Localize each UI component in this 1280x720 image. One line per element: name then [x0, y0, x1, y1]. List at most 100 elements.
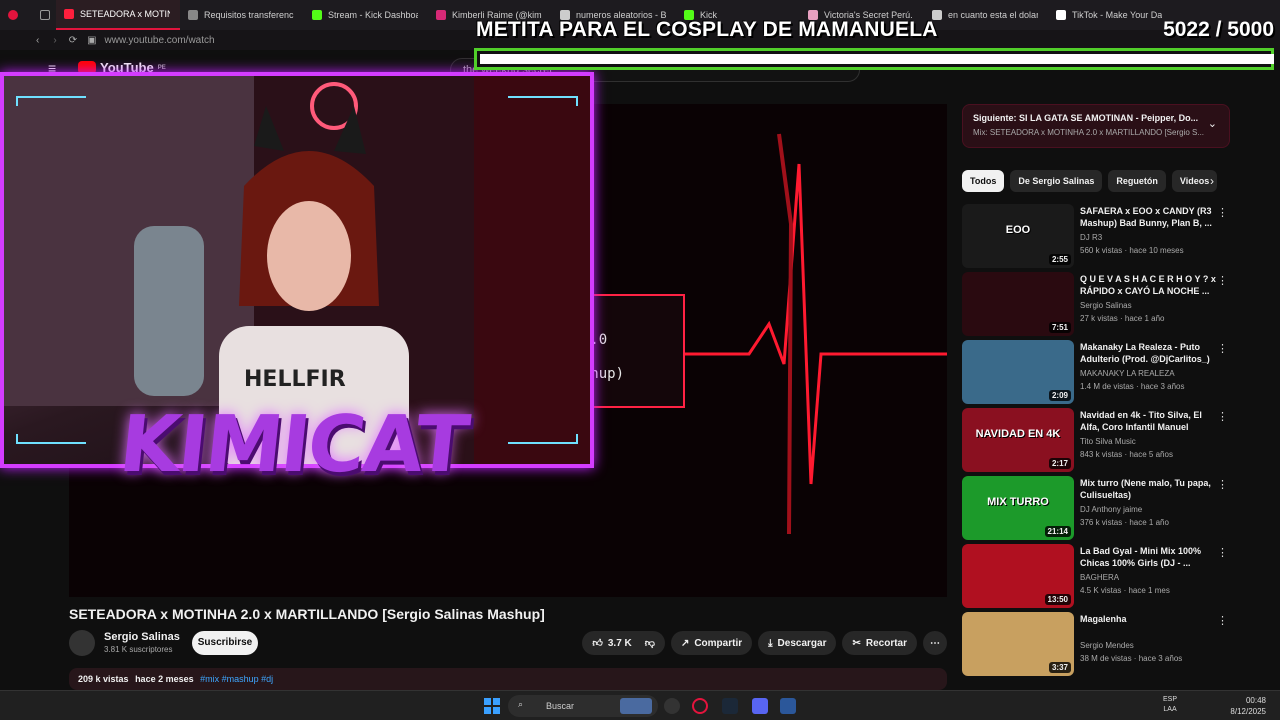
more-options-icon[interactable]: ⋮ [1217, 546, 1228, 559]
video-thumbnail[interactable]: 7:51 [962, 272, 1074, 336]
video-thumbnail[interactable]: 13:50 [962, 544, 1074, 608]
tab-favicon-icon [312, 10, 322, 20]
up-next-title: Siguiente: SI LA GATA SE AMOTINAN - Peip… [973, 113, 1199, 123]
filter-chip[interactable]: Todos [962, 170, 1005, 192]
obs-icon[interactable] [664, 698, 680, 714]
clock-date: 8/12/2025 [1230, 707, 1266, 716]
channel-name[interactable]: Sergio Salinas [104, 631, 180, 643]
filter-chip[interactable]: De Sergio Salinas [1010, 170, 1103, 192]
more-options-icon[interactable]: ⋮ [1217, 410, 1228, 423]
tab-label: Requisitos transferencia [204, 10, 294, 20]
goal-progress-bar [474, 48, 1274, 70]
recommended-video[interactable]: EOO 2:55 SAFAERA x EOO x CANDY (R3 Mashup)… [962, 204, 1232, 268]
opera-icon[interactable] [692, 698, 708, 714]
video-duration: 13:50 [1044, 594, 1071, 605]
recommended-video[interactable]: MIX TURRO 21:14 Mix turro (Nene malo, Tu p… [962, 476, 1232, 540]
channel-row: Sergio Salinas 3.81 K suscriptores Suscr… [69, 630, 947, 660]
video-thumbnail[interactable]: EOO 2:55 [962, 204, 1074, 268]
back-icon[interactable]: ‹ [36, 35, 39, 46]
recommended-title[interactable]: SAFAERA x EOO x CANDY (R3 Mashup) Bad Bu… [1080, 205, 1218, 229]
recommended-channel[interactable]: DJ R3 [1080, 233, 1102, 242]
more-actions-button[interactable]: ⋯ [923, 631, 947, 655]
chevron-right-icon[interactable]: › [1210, 174, 1214, 188]
like-button[interactable]: 👍︎ 3.7 K 👎︎ [582, 631, 665, 655]
recommended-meta: 1.4 M de vistas · hace 3 años [1080, 382, 1185, 391]
download-label: Descargar [777, 637, 827, 649]
recommended-meta: 27 k vistas · hace 1 año [1080, 314, 1165, 323]
right-column: Siguiente: SI LA GATA SE AMOTINAN - Peip… [962, 104, 1232, 690]
up-next-playlist[interactable]: Siguiente: SI LA GATA SE AMOTINAN - Peip… [962, 104, 1230, 148]
recommended-video[interactable]: 2:09 Makanaky La Realeza - Puto Adulterio… [962, 340, 1232, 404]
channel-avatar[interactable] [69, 630, 95, 656]
hashtags[interactable]: #mix #mashup #dj [200, 674, 273, 684]
recommended-channel[interactable]: Tito Silva Music [1080, 437, 1136, 446]
frame-corner [508, 96, 578, 106]
video-thumbnail[interactable]: 2:09 [962, 340, 1074, 404]
word-icon[interactable] [780, 698, 796, 714]
clip-button[interactable]: ✂ Recortar [842, 631, 917, 655]
language-indicator[interactable]: ESP LAA [1163, 695, 1177, 715]
more-options-icon[interactable]: ⋮ [1217, 274, 1228, 287]
share-label: Compartir [694, 637, 743, 649]
video-thumbnail[interactable]: MIX TURRO 21:14 [962, 476, 1074, 540]
search-icon: ⌕ [518, 699, 524, 709]
upload-date: hace 2 meses [135, 674, 194, 684]
system-clock[interactable]: 00:48 8/12/2025 [1230, 695, 1266, 717]
browser-tab[interactable]: SETEADORA x MOTIN [56, 0, 180, 30]
filter-chip[interactable]: Reguetón [1108, 170, 1166, 192]
opera-logo-icon[interactable] [0, 0, 32, 30]
recommended-video[interactable]: 13:50 La Bad Gyal - Mini Mix 100% Chicas … [962, 544, 1232, 608]
reload-icon[interactable]: ⟳ [69, 35, 77, 46]
tab-favicon-icon [188, 10, 198, 20]
game-app-icon[interactable] [620, 698, 652, 714]
more-options-icon[interactable]: ⋮ [1217, 478, 1228, 491]
recommended-meta: 376 k vistas · hace 1 año [1080, 518, 1169, 527]
frame-corner [508, 434, 578, 444]
workspace-icon[interactable] [32, 0, 56, 30]
svg-text:HELLFIR: HELLFIR [244, 367, 346, 392]
browser-tab[interactable]: Requisitos transferencia [180, 0, 304, 30]
discord-icon[interactable] [752, 698, 768, 714]
recommended-title[interactable]: Q U E V A S H A C E R H O Y ? x RÁPIDO x… [1080, 273, 1218, 297]
steam-icon[interactable] [722, 698, 738, 714]
download-button[interactable]: ⤓ Descargar [758, 631, 837, 655]
windows-start-icon[interactable] [484, 698, 500, 714]
goal-progress-fill [480, 54, 1274, 64]
more-options-icon[interactable]: ⋮ [1217, 614, 1228, 627]
taskbar-search-label: Buscar [546, 701, 575, 711]
video-thumbnail[interactable]: 3:37 [962, 612, 1074, 676]
thumbs-up-icon: 👍︎ [592, 638, 603, 649]
recommended-title[interactable]: Magalenha [1080, 613, 1218, 625]
recommended-title[interactable]: Mix turro (Nene malo, Tu papa, Culisuelt… [1080, 477, 1218, 501]
recommended-video[interactable]: 3:37 Magalenha Sergio Mendes 38 M de vistas… [962, 612, 1232, 676]
browser-tab[interactable]: Stream - Kick Dashboard [304, 0, 428, 30]
more-options-icon[interactable]: ⋮ [1217, 206, 1228, 219]
goal-banner-text: METITA PARA EL COSPLAY DE MAMANUELA [476, 18, 938, 41]
tab-favicon-icon [436, 10, 446, 20]
chevron-down-icon[interactable]: ⌄ [1208, 117, 1217, 130]
more-options-icon[interactable]: ⋮ [1217, 342, 1228, 355]
recommended-channel[interactable]: Sergio Salinas [1080, 301, 1132, 310]
recommended-video[interactable]: NAVIDAD EN 4K 2:17 Navidad en 4k - Tito Si… [962, 408, 1232, 472]
recommended-title[interactable]: Navidad en 4k - Tito Silva, El Alfa, Cor… [1080, 409, 1218, 435]
recommended-title[interactable]: Makanaky La Realeza - Puto Adulterio (Pr… [1080, 341, 1218, 365]
recommended-title[interactable]: La Bad Gyal - Mini Mix 100% Chicas 100% … [1080, 545, 1218, 569]
tab-favicon-icon [64, 9, 74, 19]
video-thumbnail[interactable]: NAVIDAD EN 4K 2:17 [962, 408, 1074, 472]
url-field[interactable]: www.youtube.com/watch [105, 35, 215, 46]
recommended-channel[interactable]: DJ Anthony jaime [1080, 505, 1142, 514]
dislike-icon[interactable]: 👎︎ [645, 637, 655, 649]
description-box[interactable]: 209 k vistas hace 2 meses #mix #mashup #… [69, 668, 947, 690]
share-button[interactable]: ↗ Compartir [670, 631, 753, 655]
subscribe-button[interactable]: Suscribirse [192, 631, 258, 655]
recommended-meta: 4.5 K vistas · hace 1 mes [1080, 586, 1170, 595]
recommended-channel[interactable]: MAKANAKY LA REALEZA [1080, 369, 1175, 378]
thumbnail-text: EOO [1005, 224, 1031, 236]
recommended-channel[interactable]: BAGHERA [1080, 573, 1119, 582]
clip-label: Recortar [865, 637, 907, 649]
recommended-video[interactable]: 7:51 Q U E V A S H A C E R H O Y ? x RÁPI… [962, 272, 1232, 336]
forward-icon[interactable]: › [53, 35, 56, 46]
frame-corner [16, 434, 86, 444]
screen: SETEADORA x MOTIN Requisitos transferenci… [0, 0, 1280, 720]
recommended-channel[interactable]: Sergio Mendes [1080, 641, 1134, 650]
